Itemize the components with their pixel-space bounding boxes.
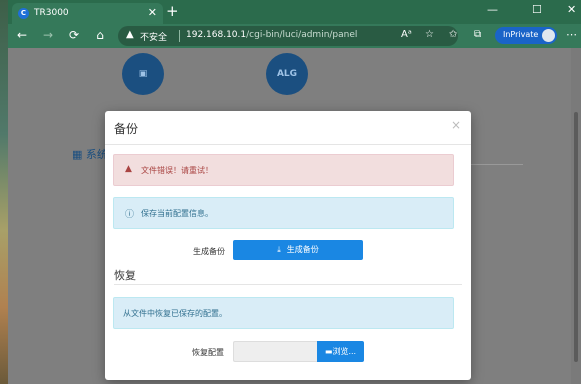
restore-file-input[interactable] [233, 341, 318, 362]
favorites-icon[interactable]: ✩ [449, 29, 457, 40]
dialog-header: 备份 × [105, 111, 471, 145]
read-aloud-icon[interactable]: Aᵃ [401, 29, 412, 40]
backup-dialog: 备份 × ▲ 文件错误！请重试！ ⓘ 保存当前配置信息。 生成备份 ⤓ 生成备份 … [105, 111, 471, 380]
info-icon: ⓘ [125, 210, 135, 220]
warning-icon: ▲ [126, 29, 134, 40]
minimize-icon[interactable]: — [487, 3, 498, 16]
restore-divider [114, 284, 462, 285]
browser-window: C TR3000 ✕ + — ☐ ✕ ← → ⟳ ⌂ ▲ 不安全 192.168… [8, 0, 581, 384]
browser-tab[interactable]: C TR3000 ✕ [12, 3, 163, 24]
browser-toolbar: ← → ⟳ ⌂ ▲ 不安全 192.168.10.1/cgi-bin/luci/… [8, 24, 581, 48]
section-divider [463, 164, 523, 165]
alg-icon[interactable]: ALG [266, 53, 308, 95]
insecure-label[interactable]: 不安全 [140, 30, 167, 43]
grid-icon: ▦ [72, 148, 86, 161]
dialog-title: 备份 [114, 122, 139, 136]
save-info-alert: ⓘ 保存当前配置信息。 [113, 197, 454, 229]
save-info-text: 保存当前配置信息。 [141, 209, 213, 218]
split-screen-icon[interactable]: ⧉ [474, 29, 481, 40]
error-alert: ▲ 文件错误！请重试！ [113, 154, 454, 186]
reload-icon[interactable]: ⟳ [66, 27, 82, 43]
url-path: /cgi-bin/luci/admin/panel [246, 30, 358, 40]
inprivate-label: InPrivate [503, 30, 539, 39]
home-icon[interactable]: ⌂ [92, 27, 108, 43]
maximize-icon[interactable]: ☐ [532, 3, 542, 16]
system-section-title: ▦ 系统 [72, 146, 108, 162]
tab-close-icon[interactable]: ✕ [148, 6, 157, 19]
back-arrow-icon[interactable]: ← [14, 27, 30, 43]
generate-backup-label: 生成备份 [286, 245, 319, 254]
url-text[interactable]: 192.168.10.1/cgi-bin/luci/admin/panel [186, 30, 357, 40]
tab-title: TR3000 [34, 8, 69, 18]
address-divider [179, 30, 180, 42]
new-tab-button[interactable]: + [166, 2, 179, 20]
favorite-star-icon[interactable]: ☆ [425, 29, 434, 40]
window-close-icon[interactable]: ✕ [567, 3, 576, 16]
forward-arrow-icon[interactable]: → [40, 27, 56, 43]
restore-info-alert: 从文件中恢复已保存的配置。 [113, 297, 454, 329]
restore-label: 恢复配置 [192, 348, 224, 357]
avatar [542, 29, 555, 42]
page-scrollbar-thumb[interactable] [574, 112, 578, 362]
inprivate-button[interactable]: InPrivate [495, 27, 557, 44]
wifi-settings-icon[interactable]: ▣ [122, 53, 164, 95]
generate-backup-button[interactable]: ⤓ 生成备份 [233, 240, 363, 260]
browse-label: 浏览... [332, 347, 357, 356]
error-alert-text: 文件错误！请重试！ [141, 166, 213, 175]
close-icon[interactable]: × [451, 118, 461, 132]
favicon-icon: C [18, 8, 29, 19]
backup-label: 生成备份 [193, 247, 225, 256]
tab-strip: C TR3000 ✕ + — ☐ ✕ [8, 0, 581, 24]
restore-title: 恢复 [114, 269, 136, 282]
restore-info-text: 从文件中恢复已保存的配置。 [123, 309, 227, 318]
more-menu-icon[interactable]: ⋯ [566, 28, 577, 41]
url-host: 192.168.10.1 [186, 30, 247, 40]
warning-icon: ▲ [125, 164, 132, 174]
browse-button[interactable]: ▬浏览... [317, 341, 364, 362]
download-icon: ⤓ [277, 245, 281, 254]
address-bar[interactable]: ▲ 不安全 192.168.10.1/cgi-bin/luci/admin/pa… [118, 26, 458, 46]
